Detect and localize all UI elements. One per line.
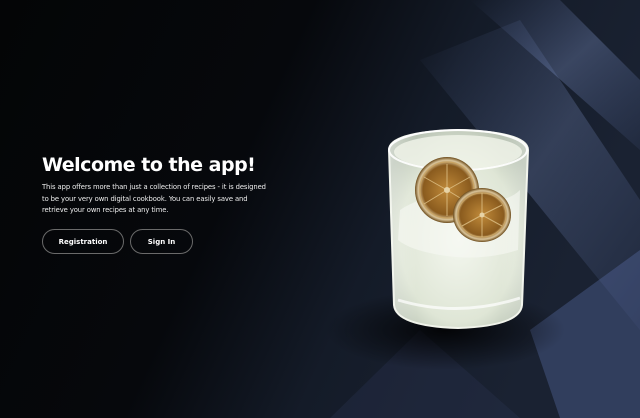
lime-slice-small — [453, 188, 511, 242]
welcome-section: Welcome to the app! This app offers more… — [42, 154, 282, 217]
sign-in-button[interactable]: Sign In — [130, 229, 193, 254]
app-description: This app offers more than just a collect… — [42, 183, 266, 214]
page-title: Welcome to the app! — [42, 154, 256, 176]
registration-button[interactable]: Registration — [42, 229, 124, 254]
auth-actions: Registration Sign In — [42, 229, 193, 254]
